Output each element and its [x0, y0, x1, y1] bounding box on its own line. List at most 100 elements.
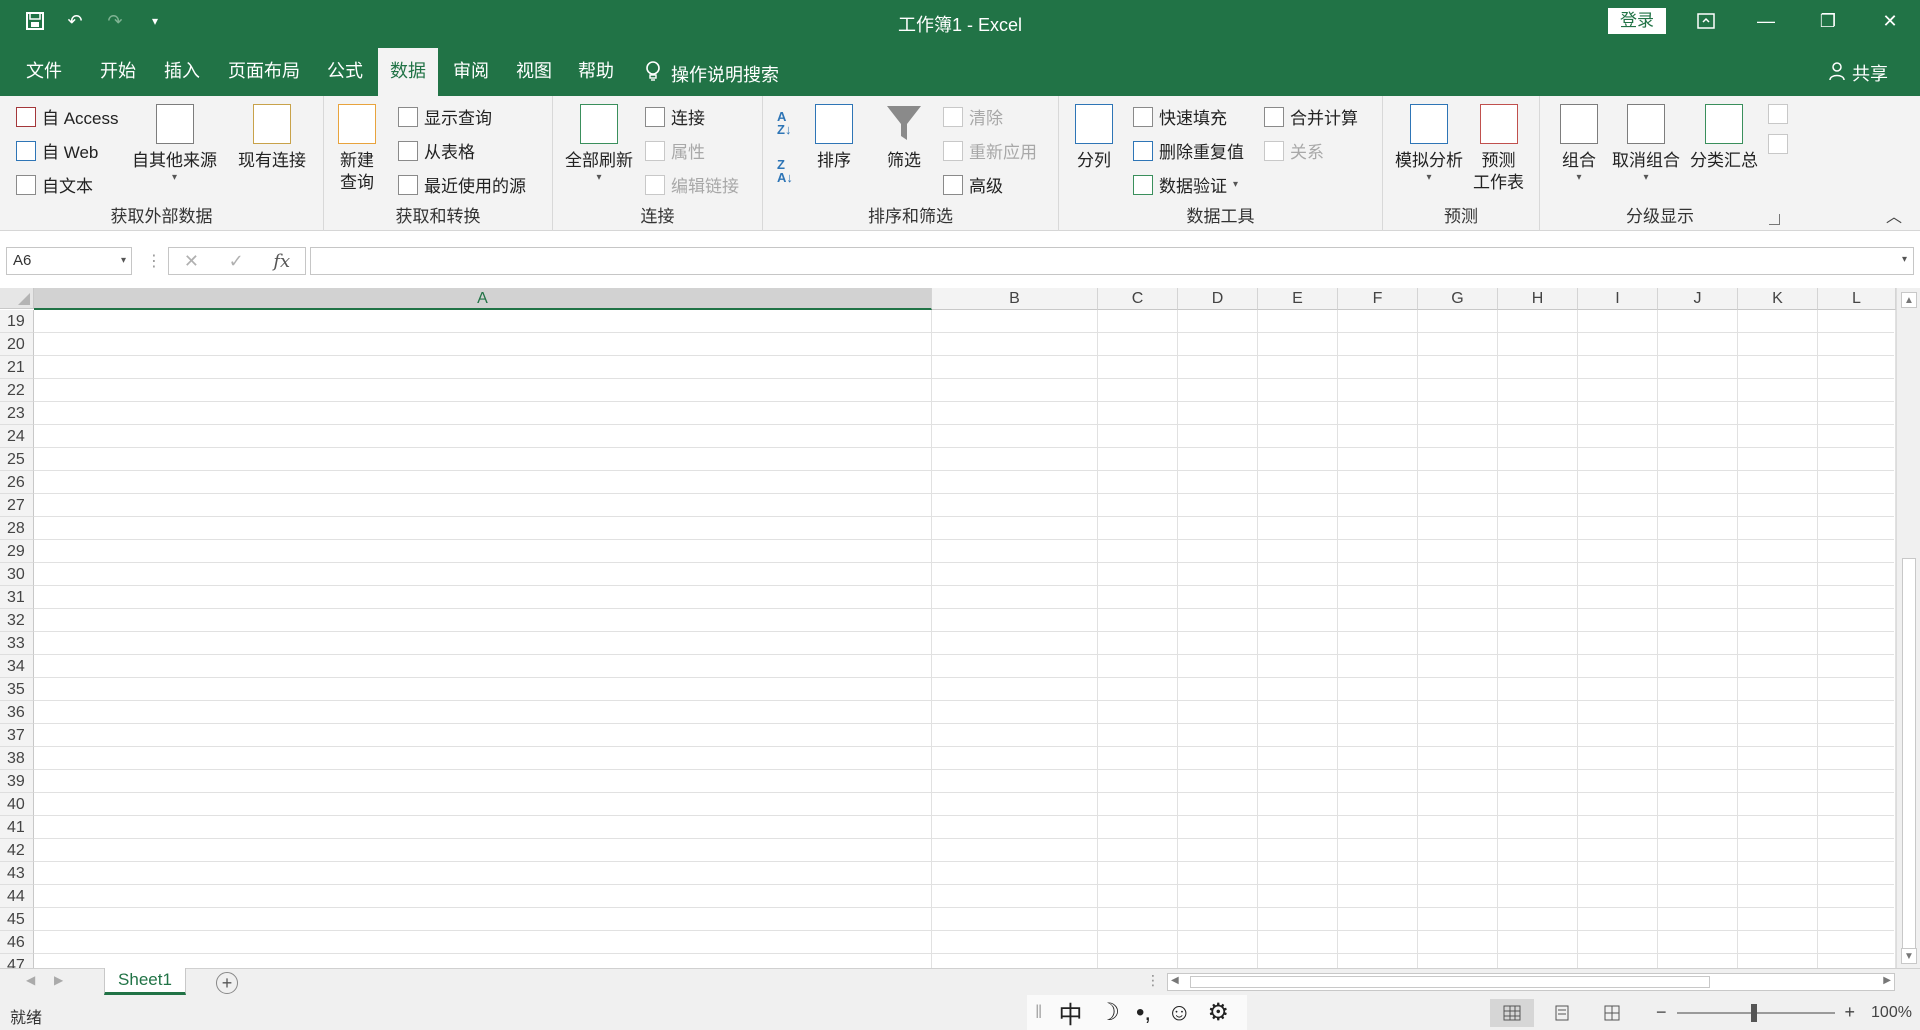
row-header-43[interactable]: 43: [0, 862, 34, 885]
row-header-34[interactable]: 34: [0, 655, 34, 678]
row-header-33[interactable]: 33: [0, 632, 34, 655]
ime-punctuation-icon[interactable]: •,: [1136, 999, 1151, 1027]
recent-sources-button[interactable]: 最近使用的源: [398, 172, 526, 197]
row-header-26[interactable]: 26: [0, 471, 34, 494]
scroll-right-icon[interactable]: ▶: [1883, 975, 1891, 986]
formula-input[interactable]: ▾: [310, 247, 1914, 275]
sort-ascending-button[interactable]: A Z↓: [777, 110, 791, 136]
column-header-d[interactable]: D: [1178, 288, 1258, 310]
cancel-icon[interactable]: ✕: [184, 251, 199, 272]
horizontal-scrollbar[interactable]: ◀ ▶: [1167, 973, 1895, 991]
tab-insert[interactable]: 插入: [152, 48, 212, 96]
row-header-36[interactable]: 36: [0, 701, 34, 724]
from-table-button[interactable]: 从表格: [398, 138, 475, 163]
collapse-ribbon-icon[interactable]: ︿: [1886, 203, 1902, 227]
row-header-23[interactable]: 23: [0, 402, 34, 425]
tab-home[interactable]: 开始: [88, 48, 148, 96]
column-header-k[interactable]: K: [1738, 288, 1818, 310]
tab-help[interactable]: 帮助: [566, 48, 626, 96]
drag-handle-icon[interactable]: ⋮: [146, 251, 162, 271]
show-detail-button[interactable]: [1768, 104, 1788, 124]
subtotal-button[interactable]: 分类汇总: [1690, 104, 1758, 172]
row-header-44[interactable]: 44: [0, 885, 34, 908]
scroll-up-icon[interactable]: ▲: [1901, 292, 1917, 308]
zoom-slider[interactable]: [1676, 1003, 1835, 1022]
row-header-41[interactable]: 41: [0, 816, 34, 839]
zoom-out-icon[interactable]: −: [1656, 1002, 1667, 1023]
sheet-prev-icon[interactable]: ◀: [26, 973, 35, 987]
clear-button[interactable]: 清除: [943, 104, 1003, 129]
select-all-button[interactable]: [0, 288, 34, 309]
vertical-scrollbar[interactable]: ▲ ▼: [1896, 288, 1920, 968]
row-header-35[interactable]: 35: [0, 678, 34, 701]
tab-formulas[interactable]: 公式: [315, 48, 375, 96]
horizontal-scroll-thumb[interactable]: [1190, 976, 1710, 988]
properties-button[interactable]: 属性: [645, 138, 705, 163]
add-sheet-icon[interactable]: +: [216, 972, 238, 994]
from-access-button[interactable]: 自 Access: [16, 104, 119, 129]
tab-data[interactable]: 数据: [378, 48, 438, 96]
sort-button[interactable]: 排序: [815, 104, 853, 172]
column-header-l[interactable]: L: [1818, 288, 1896, 310]
row-header-30[interactable]: 30: [0, 563, 34, 586]
relationships-button[interactable]: 关系: [1264, 138, 1324, 163]
vertical-scroll-thumb[interactable]: [1902, 558, 1916, 958]
from-web-button[interactable]: 自 Web: [16, 138, 98, 163]
row-header-27[interactable]: 27: [0, 494, 34, 517]
tab-file[interactable]: 文件: [14, 48, 74, 96]
filter-button[interactable]: 筛选: [885, 104, 923, 172]
dialog-launcher-icon[interactable]: [1769, 214, 1780, 225]
row-header-22[interactable]: 22: [0, 379, 34, 402]
ime-emoji-icon[interactable]: ☺: [1167, 999, 1192, 1027]
ribbon-display-options-icon[interactable]: [1678, 0, 1734, 42]
tab-view[interactable]: 视图: [504, 48, 564, 96]
share-button[interactable]: 共享: [1828, 60, 1888, 86]
row-header-42[interactable]: 42: [0, 839, 34, 862]
consolidate-button[interactable]: 合并计算: [1264, 104, 1358, 129]
forecast-sheet-button[interactable]: 预测 工作表: [1473, 104, 1524, 194]
sheet-tab-sheet1[interactable]: Sheet1: [104, 968, 186, 995]
normal-view-icon[interactable]: [1490, 999, 1534, 1027]
row-header-25[interactable]: 25: [0, 448, 34, 471]
group-button[interactable]: 组合 ▾: [1560, 104, 1598, 184]
advanced-filter-button[interactable]: 高级: [943, 172, 1003, 197]
zoom-level[interactable]: 100%: [1871, 1004, 1912, 1022]
new-query-button[interactable]: 新建 查询: [338, 104, 376, 194]
remove-duplicates-button[interactable]: 删除重复值: [1133, 138, 1244, 163]
row-header-39[interactable]: 39: [0, 770, 34, 793]
column-header-i[interactable]: I: [1578, 288, 1658, 310]
show-queries-button[interactable]: 显示查询: [398, 104, 492, 129]
column-header-e[interactable]: E: [1258, 288, 1338, 310]
row-header-46[interactable]: 46: [0, 931, 34, 954]
enter-icon[interactable]: ✓: [229, 251, 244, 272]
refresh-all-button[interactable]: 全部刷新 ▾: [565, 104, 633, 184]
column-header-a[interactable]: A: [34, 288, 932, 310]
ime-chinese-mode[interactable]: 中: [1058, 995, 1082, 1030]
row-header-37[interactable]: 37: [0, 724, 34, 747]
sheet-next-icon[interactable]: ▶: [54, 973, 63, 987]
page-break-view-icon[interactable]: [1590, 999, 1634, 1027]
name-box[interactable]: A6 ▾: [6, 247, 132, 275]
row-header-40[interactable]: 40: [0, 793, 34, 816]
row-header-28[interactable]: 28: [0, 517, 34, 540]
ime-settings-icon[interactable]: ⚙: [1208, 998, 1230, 1027]
connections-button[interactable]: 连接: [645, 104, 705, 129]
row-header-38[interactable]: 38: [0, 747, 34, 770]
tab-review[interactable]: 审阅: [441, 48, 501, 96]
signin-button[interactable]: 登录: [1608, 8, 1666, 34]
scroll-left-icon[interactable]: ◀: [1171, 975, 1179, 986]
row-header-32[interactable]: 32: [0, 609, 34, 632]
row-header-19[interactable]: 19: [0, 310, 34, 333]
column-header-j[interactable]: J: [1658, 288, 1738, 310]
scroll-down-icon[interactable]: ▼: [1901, 948, 1917, 964]
flash-fill-button[interactable]: 快速填充: [1133, 104, 1227, 129]
row-header-20[interactable]: 20: [0, 333, 34, 356]
text-to-columns-button[interactable]: 分列: [1075, 104, 1113, 172]
worksheet-grid[interactable]: ABCDEFGHIJKL 19 20 21 22 23 24 25 26 27 28 29 30 31 3…: [0, 288, 1920, 968]
existing-connections-button[interactable]: 现有连接: [238, 104, 306, 172]
other-sources-button[interactable]: 自其他来源 ▾: [132, 104, 217, 184]
minimize-icon[interactable]: —: [1738, 0, 1794, 42]
hide-detail-button[interactable]: [1768, 134, 1788, 154]
insert-function-icon[interactable]: fx: [273, 251, 290, 272]
zoom-slider-knob[interactable]: [1750, 1003, 1757, 1022]
